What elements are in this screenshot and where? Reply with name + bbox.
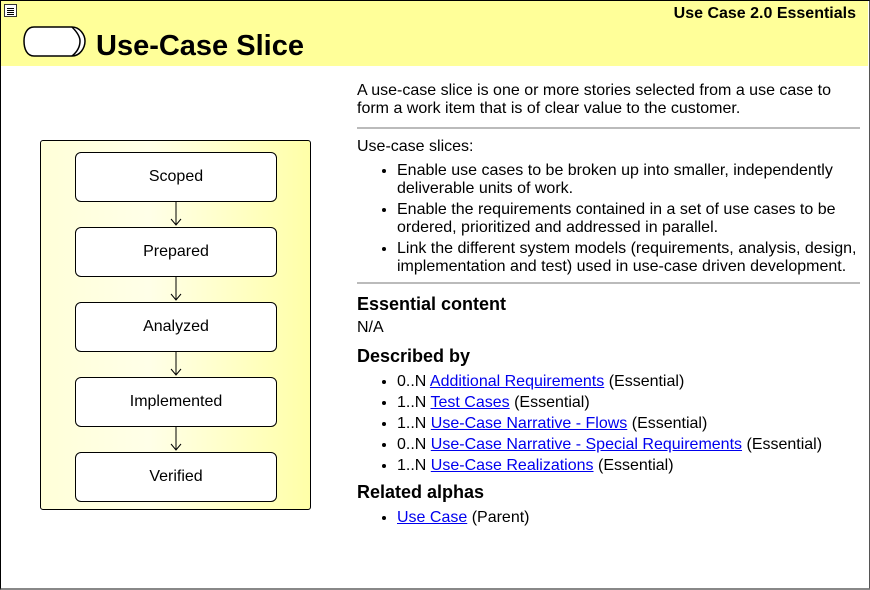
state-diagram: Scoped Prepared Analyzed Implemented Ver… <box>40 140 311 510</box>
item-note: (Essential) <box>746 436 823 453</box>
suite-title: Use Case 2.0 Essentials <box>673 5 856 22</box>
essential-content-value: N/A <box>357 319 384 336</box>
link-narrative-special-requirements[interactable]: Use-Case Narrative - Special Requirement… <box>431 436 742 453</box>
state-arrow <box>170 352 182 376</box>
described-by-heading: Described by <box>357 346 471 366</box>
link-narrative-flows[interactable]: Use-Case Narrative - Flows <box>431 415 627 432</box>
list-item: 1..N Test Cases (Essential) <box>397 394 860 412</box>
multiplicity: 1..N <box>397 394 427 411</box>
list-item: Link the different system models (requir… <box>397 240 860 276</box>
item-note: (Essential) <box>597 457 674 474</box>
alpha-shape-icon <box>23 26 86 57</box>
described-by-list: 0..N Additional Requirements (Essential)… <box>357 373 860 475</box>
list-item: 0..N Additional Requirements (Essential) <box>397 373 860 391</box>
state-scoped[interactable]: Scoped <box>75 152 277 202</box>
state-implemented[interactable]: Implemented <box>75 377 277 427</box>
state-verified[interactable]: Verified <box>75 452 277 502</box>
list-item: 0..N Use-Case Narrative - Special Requir… <box>397 436 860 454</box>
item-note: (Parent) <box>471 509 530 526</box>
link-additional-requirements[interactable]: Additional Requirements <box>430 373 604 390</box>
multiplicity: 1..N <box>397 457 427 474</box>
item-note: (Essential) <box>514 394 590 411</box>
page-title: Use-Case Slice <box>96 30 304 62</box>
divider <box>357 127 860 129</box>
item-note: (Essential) <box>631 415 708 432</box>
multiplicity: 0..N <box>397 436 427 453</box>
menu-icon[interactable] <box>4 4 17 17</box>
link-test-cases[interactable]: Test Cases <box>431 394 510 411</box>
list-item: 1..N Use-Case Realizations (Essential) <box>397 457 860 475</box>
list-item: Use Case (Parent) <box>397 509 860 527</box>
intro-text: A use-case slice is one or more stories … <box>357 82 831 117</box>
divider <box>357 282 860 284</box>
list-item: Enable the requirements contained in a s… <box>397 201 860 237</box>
slices-label: Use-case slices: <box>357 138 474 155</box>
related-alphas-list: Use Case (Parent) <box>357 509 860 527</box>
page-header: Use Case 2.0 Essentials Use-Case Slice <box>1 1 868 66</box>
state-arrow <box>170 427 182 451</box>
multiplicity: 0..N <box>397 373 427 390</box>
state-prepared[interactable]: Prepared <box>75 227 277 277</box>
essential-content-heading: Essential content <box>357 294 507 314</box>
state-arrow <box>170 277 182 301</box>
state-analyzed[interactable]: Analyzed <box>75 302 277 352</box>
item-note: (Essential) <box>608 373 685 390</box>
list-item: Enable use cases to be broken up into sm… <box>397 162 860 198</box>
link-use-case-realizations[interactable]: Use-Case Realizations <box>431 457 594 474</box>
multiplicity: 1..N <box>397 415 427 432</box>
related-alphas-heading: Related alphas <box>357 482 485 502</box>
content-panel: A use-case slice is one or more stories … <box>357 82 860 530</box>
list-item: 1..N Use-Case Narrative - Flows (Essenti… <box>397 415 860 433</box>
slice-points-list: Enable use cases to be broken up into sm… <box>357 162 860 276</box>
state-arrow <box>170 202 182 226</box>
link-use-case[interactable]: Use Case <box>397 509 467 526</box>
